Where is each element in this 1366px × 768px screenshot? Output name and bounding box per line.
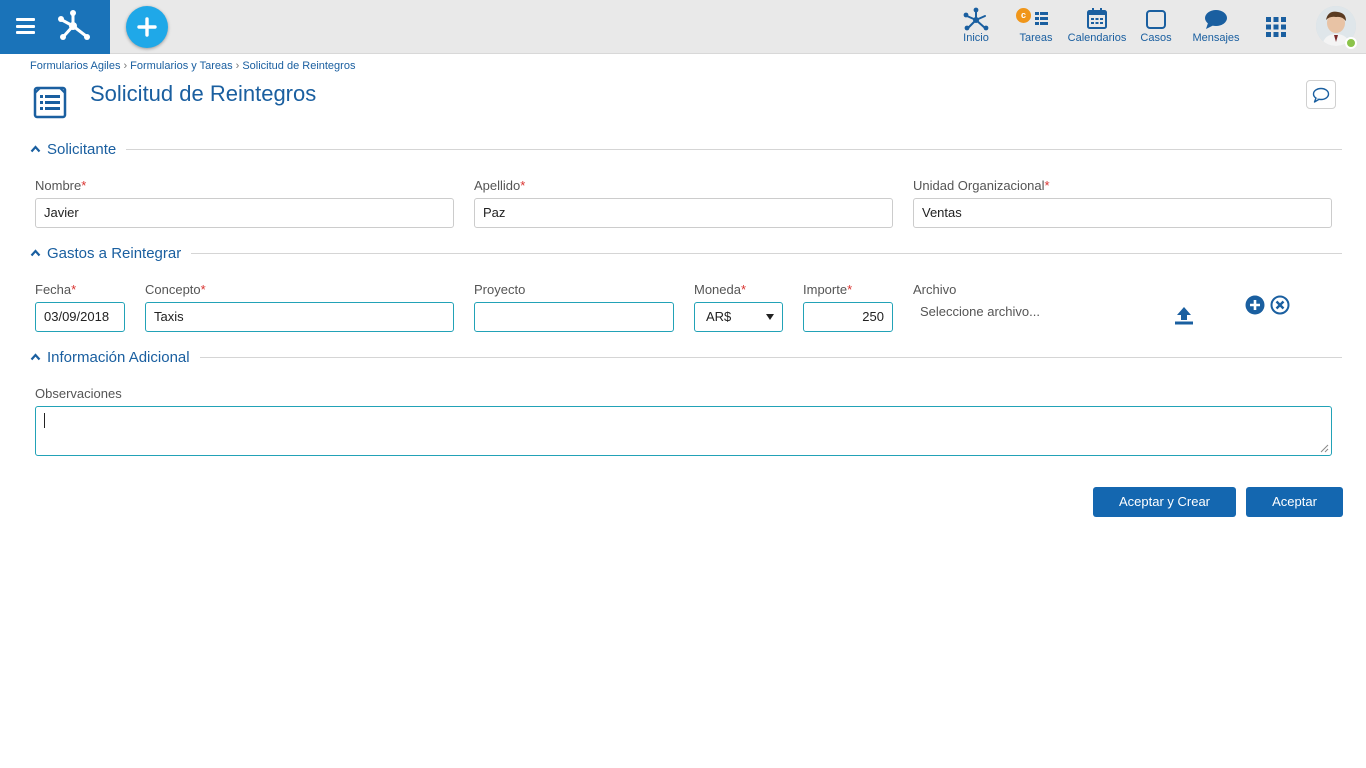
section-divider (126, 148, 1342, 150)
calendar-icon (1087, 8, 1107, 29)
importe-label: Importe* (803, 282, 853, 297)
importe-input[interactable]: 250 (803, 302, 893, 332)
section-divider (199, 356, 1342, 358)
observaciones-label: Observaciones (35, 386, 122, 401)
upload-icon[interactable] (1174, 305, 1194, 325)
comments-button[interactable] (1306, 80, 1336, 109)
remove-row-icon[interactable] (1270, 295, 1290, 315)
proyecto-input[interactable] (474, 302, 674, 332)
text-caret (44, 413, 45, 428)
unidad-organizacional-label: Unidad Organizacional* (913, 178, 1050, 193)
section-title: Gastos a Reintegrar (47, 244, 182, 262)
concepto-input[interactable]: Taxis (145, 302, 454, 332)
section-title: Solicitante (47, 140, 117, 158)
breadcrumb-separator: › (123, 60, 128, 72)
breadcrumb-item-formularios-agiles[interactable]: Formularios Agiles (30, 60, 120, 72)
form-icon (33, 86, 67, 119)
moneda-selected-value: AR$ (706, 309, 732, 324)
chat-bubble-icon (1205, 10, 1227, 29)
section-adicional-header[interactable]: Información Adicional (30, 347, 1342, 367)
breadcrumb: Formularios Agiles › Formularios y Tareas ›… (30, 60, 355, 72)
breadcrumb-item-current[interactable]: Solicitud de Reintegros (242, 60, 355, 72)
accept-and-create-button[interactable]: Aceptar y Crear (1093, 487, 1236, 517)
chevron-up-icon (30, 145, 41, 153)
tasks-badge: c (1016, 8, 1031, 23)
add-row-icon[interactable] (1245, 295, 1265, 315)
observaciones-textarea[interactable] (35, 406, 1332, 456)
section-title: Información Adicional (47, 348, 190, 366)
page-title: Solicitud de Reintegros (90, 81, 317, 106)
breadcrumb-separator: › (235, 60, 240, 72)
nav-mensajes[interactable]: Mensajes (1190, 6, 1242, 50)
top-bar: Inicio c Tareas Calendarios Casos Mensaj… (0, 0, 1366, 54)
accept-button[interactable]: Aceptar (1246, 487, 1343, 517)
nombre-input[interactable]: Javier (35, 198, 454, 228)
apellido-label: Apellido* (474, 178, 526, 193)
case-icon (1146, 10, 1166, 29)
network-icon (963, 7, 989, 31)
dropdown-arrow-icon (766, 314, 774, 320)
breadcrumb-item-formularios-tareas[interactable]: Formularios y Tareas (130, 60, 233, 72)
create-new-button[interactable] (126, 6, 168, 48)
brand-area (0, 0, 110, 54)
nav-mensajes-label: Mensajes (1192, 32, 1240, 44)
nav-calendarios-label: Calendarios (1067, 32, 1127, 44)
section-gastos-header[interactable]: Gastos a Reintegrar (30, 243, 1342, 263)
nav-tareas[interactable]: c Tareas (1016, 6, 1056, 50)
moneda-select[interactable]: AR$ (694, 302, 783, 332)
section-divider (191, 252, 1342, 254)
fecha-label: Fecha* (35, 282, 77, 297)
nav-casos-label: Casos (1140, 32, 1172, 44)
archivo-file-picker[interactable]: Seleccione archivo... (920, 304, 1040, 319)
nav-casos[interactable]: Casos (1138, 6, 1174, 50)
nav-tareas-label: Tareas (1019, 32, 1053, 44)
chevron-up-icon (30, 249, 41, 257)
logo-icon[interactable] (56, 8, 92, 42)
archivo-label: Archivo (913, 282, 957, 297)
plus-icon (137, 17, 157, 37)
apps-grid-icon[interactable] (1266, 17, 1286, 37)
hamburger-menu-icon[interactable] (16, 18, 35, 34)
chevron-up-icon (30, 353, 41, 361)
section-solicitante-header[interactable]: Solicitante (30, 139, 1342, 159)
moneda-label: Moneda* (694, 282, 747, 297)
comment-icon (1312, 87, 1330, 103)
fecha-input[interactable]: 03/09/2018 (35, 302, 125, 332)
concepto-label: Concepto* (145, 282, 206, 297)
resize-handle-icon[interactable] (1320, 444, 1329, 453)
nav-inicio-label: Inicio (963, 32, 989, 44)
proyecto-label: Proyecto (474, 282, 526, 297)
unidad-organizacional-input[interactable]: Ventas (913, 198, 1332, 228)
nav-inicio[interactable]: Inicio (956, 6, 996, 50)
online-status-indicator (1345, 37, 1357, 49)
apellido-input[interactable]: Paz (474, 198, 893, 228)
nav-calendarios[interactable]: Calendarios (1066, 6, 1128, 50)
nombre-label: Nombre* (35, 178, 87, 193)
